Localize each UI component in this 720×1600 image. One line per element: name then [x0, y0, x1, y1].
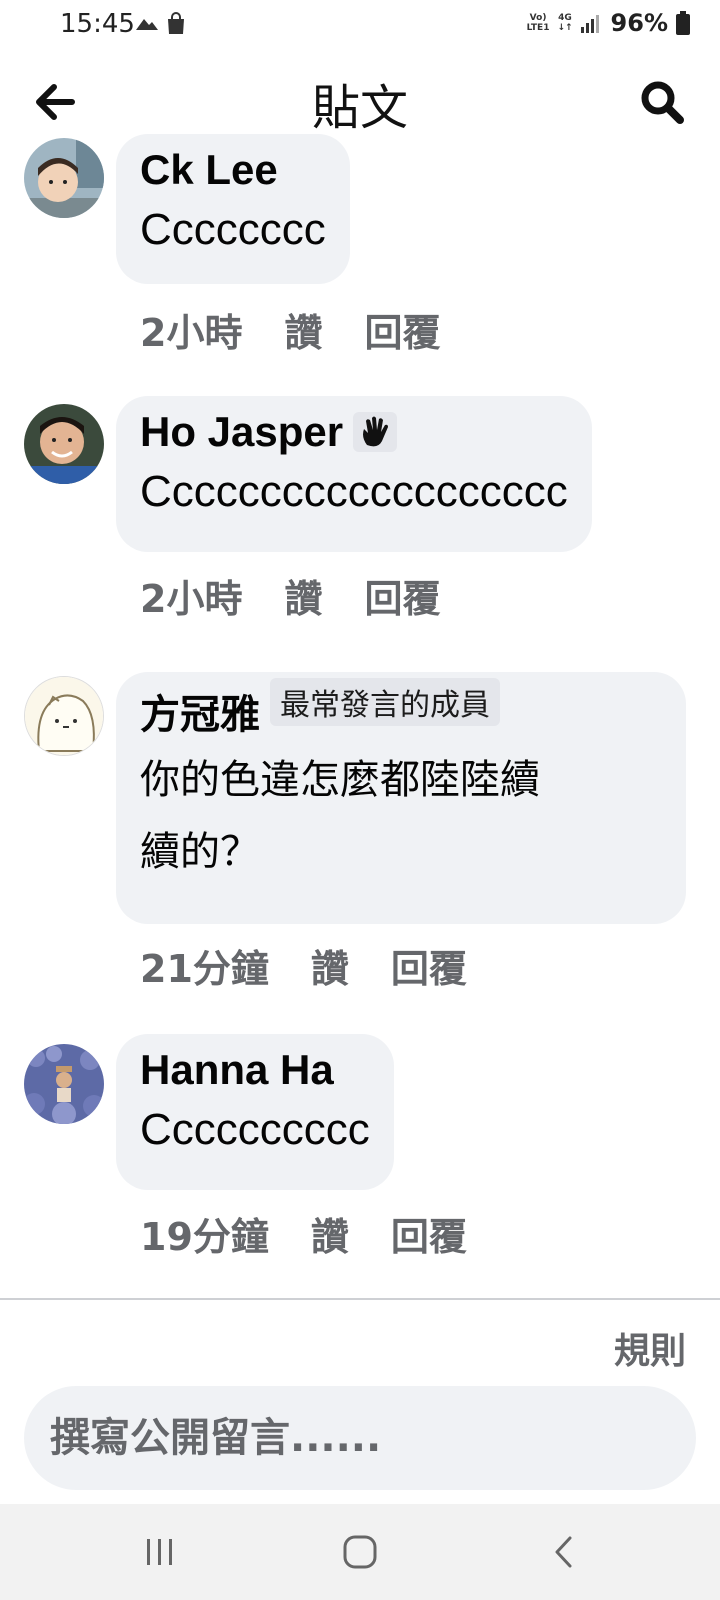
reply-button[interactable]: 回覆	[391, 1206, 467, 1261]
mountain-icon	[136, 19, 158, 30]
avatar[interactable]	[24, 1044, 104, 1124]
avatar[interactable]	[24, 138, 104, 218]
comment-text: Cccccccccc	[140, 1105, 370, 1154]
badge	[353, 412, 398, 452]
shopping-bag-icon	[168, 12, 184, 34]
comment-input[interactable]	[24, 1386, 696, 1490]
avatar[interactable]	[24, 676, 104, 756]
divider	[0, 1298, 720, 1300]
recents-icon	[147, 1539, 172, 1565]
page-title: 貼文	[311, 80, 408, 136]
comment-text-line-2: 續的？	[140, 829, 260, 875]
reply-button[interactable]: 回覆	[364, 302, 440, 357]
comment-bubble[interactable]: 方冠雅 最常發言的成員 你的色違怎麼都陸陸續 續的？	[116, 672, 686, 924]
search-icon	[641, 81, 684, 124]
comment-actions: 21分鐘 讚 回覆	[140, 938, 467, 993]
status-bar: 15:45 Vo) LTE1 4G ↓↑ 96%	[0, 0, 720, 52]
flower-field-photo	[24, 1044, 104, 1124]
system-navigation-bar	[0, 1504, 720, 1600]
comment-timestamp: 19分鐘	[140, 1215, 269, 1259]
signal-icon	[580, 15, 599, 33]
comment-timestamp: 21分鐘	[140, 947, 269, 991]
comment-bubble[interactable]: Ck Lee Cccccccc	[116, 134, 350, 284]
battery-icon	[676, 11, 690, 35]
commenter-name[interactable]: 方冠雅	[140, 682, 260, 740]
comment-text: Ccccccccccccccccccc	[140, 467, 568, 516]
like-button[interactable]: 讚	[284, 302, 322, 357]
comment-bubble[interactable]: Hanna Ha Cccccccccc	[116, 1034, 394, 1190]
commenter-name[interactable]: Hanna Ha	[140, 1046, 334, 1094]
volte-indicator: Vo) LTE1	[526, 13, 550, 33]
top-contributor-badge: 最常發言的成員	[270, 678, 500, 726]
commenter-name[interactable]: Ho Jasper	[140, 408, 343, 456]
recent-apps-button[interactable]	[130, 1530, 190, 1574]
comment-bubble[interactable]: Ho Jasper Ccccccccccccccccccc	[116, 396, 592, 552]
boy-photo	[24, 404, 104, 484]
status-time: 15:45	[60, 9, 135, 39]
like-button[interactable]: 讚	[311, 1206, 349, 1261]
comment-text-line-1: 你的色違怎麼都陸陸續	[140, 757, 540, 803]
comment-actions: 2小時 讚 回覆	[140, 568, 440, 623]
search-button[interactable]	[634, 74, 690, 130]
commenter-name[interactable]: Ck Lee	[140, 146, 278, 194]
home-button[interactable]	[330, 1530, 390, 1574]
rules-link[interactable]: 規則	[614, 1322, 686, 1374]
system-back-button[interactable]	[534, 1530, 594, 1574]
comment-actions: 19分鐘 讚 回覆	[140, 1206, 467, 1261]
avatar[interactable]	[24, 404, 104, 484]
child-photo	[24, 138, 104, 218]
reply-button[interactable]: 回覆	[391, 938, 467, 993]
top-app-bar: 貼文	[0, 52, 720, 142]
chevron-left-icon	[555, 1536, 572, 1568]
comment-text: Cccccccc	[140, 205, 326, 254]
reply-button[interactable]: 回覆	[364, 568, 440, 623]
wave-hand-icon	[363, 416, 389, 447]
home-icon	[343, 1535, 377, 1569]
comment-timestamp: 2小時	[140, 577, 243, 621]
battery-percent: 96%	[610, 9, 668, 37]
like-button[interactable]: 讚	[311, 938, 349, 993]
like-button[interactable]: 讚	[284, 568, 322, 623]
comment-actions: 2小時 讚 回覆	[140, 302, 440, 357]
comment-timestamp: 2小時	[140, 311, 243, 355]
network-type-indicator: 4G ↓↑	[557, 13, 573, 33]
cartoon-cat-avatar	[25, 677, 103, 755]
